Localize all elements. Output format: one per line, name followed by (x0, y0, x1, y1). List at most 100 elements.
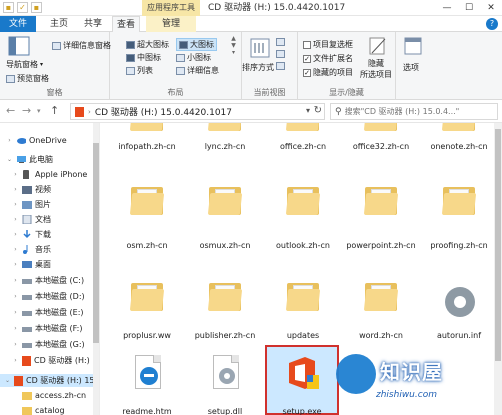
tab-home[interactable]: 主页 (44, 16, 74, 32)
file-item-folder[interactable]: word.zh-cn (345, 271, 417, 345)
layout-medium-icons[interactable]: 中图标 (126, 52, 161, 63)
more-icon[interactable]: ▾ (229, 49, 238, 56)
chevron-right-icon[interactable]: › (12, 201, 19, 208)
tab-share[interactable]: 共享 (78, 16, 108, 32)
chevron-up-icon[interactable]: ▲ (229, 35, 238, 42)
tab-view[interactable]: 查看 (112, 16, 140, 32)
file-item-folder[interactable]: powerpoint.zh-cn (345, 183, 417, 269)
nav-scrollbar-thumb[interactable] (93, 143, 99, 343)
chevron-right-icon[interactable]: › (12, 186, 19, 193)
chevron-right-icon[interactable]: › (12, 309, 19, 316)
layout-extra-large-icons[interactable]: 超大图标 (126, 39, 169, 50)
search-input[interactable] (344, 107, 495, 116)
file-extensions-toggle[interactable]: ✓ 文件扩展名 (303, 53, 353, 64)
chevron-right-icon[interactable]: › (12, 261, 19, 268)
chevron-down-icon[interactable]: ⌄ (6, 156, 13, 163)
file-item-folder[interactable]: osmux.zh-cn (189, 183, 261, 257)
file-item-folder[interactable]: osm.zh-cn (111, 183, 183, 257)
folder-icon[interactable]: ▪ (3, 2, 14, 13)
item-checkboxes-toggle[interactable]: 项目复选框 (303, 39, 353, 50)
sidebar-item-drive-c[interactable]: › 本地磁盘 (C:) (12, 274, 84, 287)
checkbox-checked[interactable]: ✓ (303, 54, 311, 63)
up-arrow-icon[interactable]: ↑ (50, 104, 59, 117)
sidebar-item-drive-e[interactable]: › 本地磁盘 (E:) (12, 306, 83, 319)
tab-file[interactable]: 文件 (0, 16, 36, 32)
file-item-settings-file[interactable]: autorun.inf (423, 271, 495, 345)
checkbox[interactable] (303, 40, 311, 49)
chevron-down-icon[interactable]: ▾ (306, 106, 310, 115)
layout-details[interactable]: 详细信息 (176, 65, 219, 76)
sidebar-item-pictures[interactable]: › 图片 (12, 198, 51, 211)
chevron-right-icon[interactable]: › (12, 171, 19, 178)
file-item-folder[interactable]: publisher.zh-cn (189, 271, 261, 345)
sidebar-item-videos[interactable]: › 视频 (12, 183, 51, 196)
tab-manage[interactable]: 管理 (146, 16, 196, 32)
sidebar-item-access[interactable]: access.zh-cn (22, 389, 86, 402)
sidebar-item-catalog[interactable]: catalog (22, 404, 65, 415)
file-item-folder[interactable]: infopath.zh-cn (111, 123, 183, 169)
minimize-button[interactable]: — (436, 0, 458, 16)
sidebar-item-downloads[interactable]: › 下载 (12, 228, 51, 241)
chevron-down-icon[interactable]: ▼ (229, 42, 238, 49)
preview-pane-button[interactable]: 预览窗格 (6, 73, 49, 84)
maximize-button[interactable]: ☐ (458, 0, 480, 16)
chevron-right-icon[interactable]: › (12, 357, 19, 364)
file-item-dll[interactable]: setup.dll (189, 349, 261, 415)
chevron-right-icon[interactable]: › (88, 108, 91, 116)
close-button[interactable]: ✕ (480, 0, 502, 16)
size-columns-icon[interactable] (276, 62, 285, 70)
sidebar-item-documents[interactable]: › 文档 (12, 213, 51, 226)
chevron-down-icon[interactable]: ⌄ (4, 377, 11, 384)
search-box[interactable]: ⚲ (330, 103, 498, 120)
layout-list[interactable]: 列表 (126, 65, 153, 76)
hide-selected-items-label[interactable]: 所选项目 (360, 69, 392, 80)
group-by-icon[interactable] (276, 38, 285, 46)
chevron-right-icon[interactable]: › (12, 325, 19, 332)
back-arrow-icon[interactable]: ← (6, 104, 15, 117)
chevron-right-icon[interactable]: › (12, 231, 19, 238)
sidebar-item-desktop[interactable]: › 桌面 (12, 258, 51, 271)
options-button[interactable]: 选项 (403, 62, 419, 73)
checkmark-icon[interactable]: ✓ (17, 2, 28, 13)
sort-by-button[interactable]: 排序方式 (242, 62, 274, 73)
file-item-folder[interactable]: proplusr.ww (111, 271, 183, 345)
address-field[interactable]: › CD 驱动器 (H:) 15.0.4420.1017 ▾ ↻ (70, 103, 325, 120)
refresh-icon[interactable]: ↻ (314, 105, 322, 116)
sidebar-item-drive-d[interactable]: › 本地磁盘 (D:) (12, 290, 84, 303)
layout-small-icons[interactable]: 小图标 (176, 52, 211, 63)
file-item-folder[interactable]: outlook.zh-cn (267, 183, 339, 257)
content-scrollbar-thumb[interactable] (495, 129, 501, 361)
chevron-right-icon[interactable]: › (12, 277, 19, 284)
chevron-right-icon[interactable]: › (12, 341, 19, 348)
file-item-folder[interactable]: lync.zh-cn (189, 123, 261, 169)
chevron-right-icon[interactable]: › (12, 216, 19, 223)
sidebar-item-cd-drive-h-selected[interactable]: ⌄ CD 驱动器 (H:) 15 (0, 374, 96, 387)
file-item-setup-exe[interactable]: setup.exe (265, 345, 339, 415)
file-item-folder[interactable]: office32.zh-cn (345, 123, 417, 169)
chevron-right-icon[interactable]: › (6, 137, 13, 144)
sidebar-item-music[interactable]: › 音乐 (12, 243, 51, 256)
folder-icon[interactable]: ▪ (31, 2, 42, 13)
checkbox-checked[interactable]: ✓ (303, 68, 311, 77)
hide-selected-button[interactable]: 隐藏 (368, 58, 384, 69)
chevron-right-icon[interactable]: › (12, 293, 19, 300)
hidden-items-toggle[interactable]: ✓ 隐藏的项目 (303, 67, 353, 78)
forward-arrow-icon[interactable]: → (22, 104, 31, 117)
add-columns-icon[interactable] (276, 50, 285, 58)
help-button[interactable]: ? (486, 18, 498, 30)
chevron-right-icon[interactable]: › (12, 246, 19, 253)
file-item-folder[interactable]: proofing.zh-cn (423, 183, 495, 257)
sidebar-item-this-pc[interactable]: ⌄ 此电脑 (6, 153, 53, 166)
sidebar-item-drive-f[interactable]: › 本地磁盘 (F:) (12, 322, 82, 335)
navigation-pane-button[interactable]: 导航窗格 ▾ (6, 59, 43, 70)
layout-large-icons[interactable]: 大图标 (176, 38, 217, 51)
nav-scrollbar[interactable] (93, 123, 99, 415)
file-item-folder[interactable]: office.zh-cn (267, 123, 339, 169)
file-item-html[interactable]: readme.htm (111, 349, 183, 415)
chevron-down-icon[interactable]: ▾ (37, 107, 41, 115)
sidebar-item-apple-iphone[interactable]: › Apple iPhone (12, 168, 87, 181)
sidebar-item-onedrive[interactable]: › OneDrive (6, 134, 66, 147)
layout-gallery-scroll[interactable]: ▲ ▼ ▾ (229, 35, 238, 75)
sidebar-item-drive-g[interactable]: › 本地磁盘 (G:) (12, 338, 84, 351)
details-pane-button[interactable]: 详细信息窗格 (52, 40, 111, 51)
